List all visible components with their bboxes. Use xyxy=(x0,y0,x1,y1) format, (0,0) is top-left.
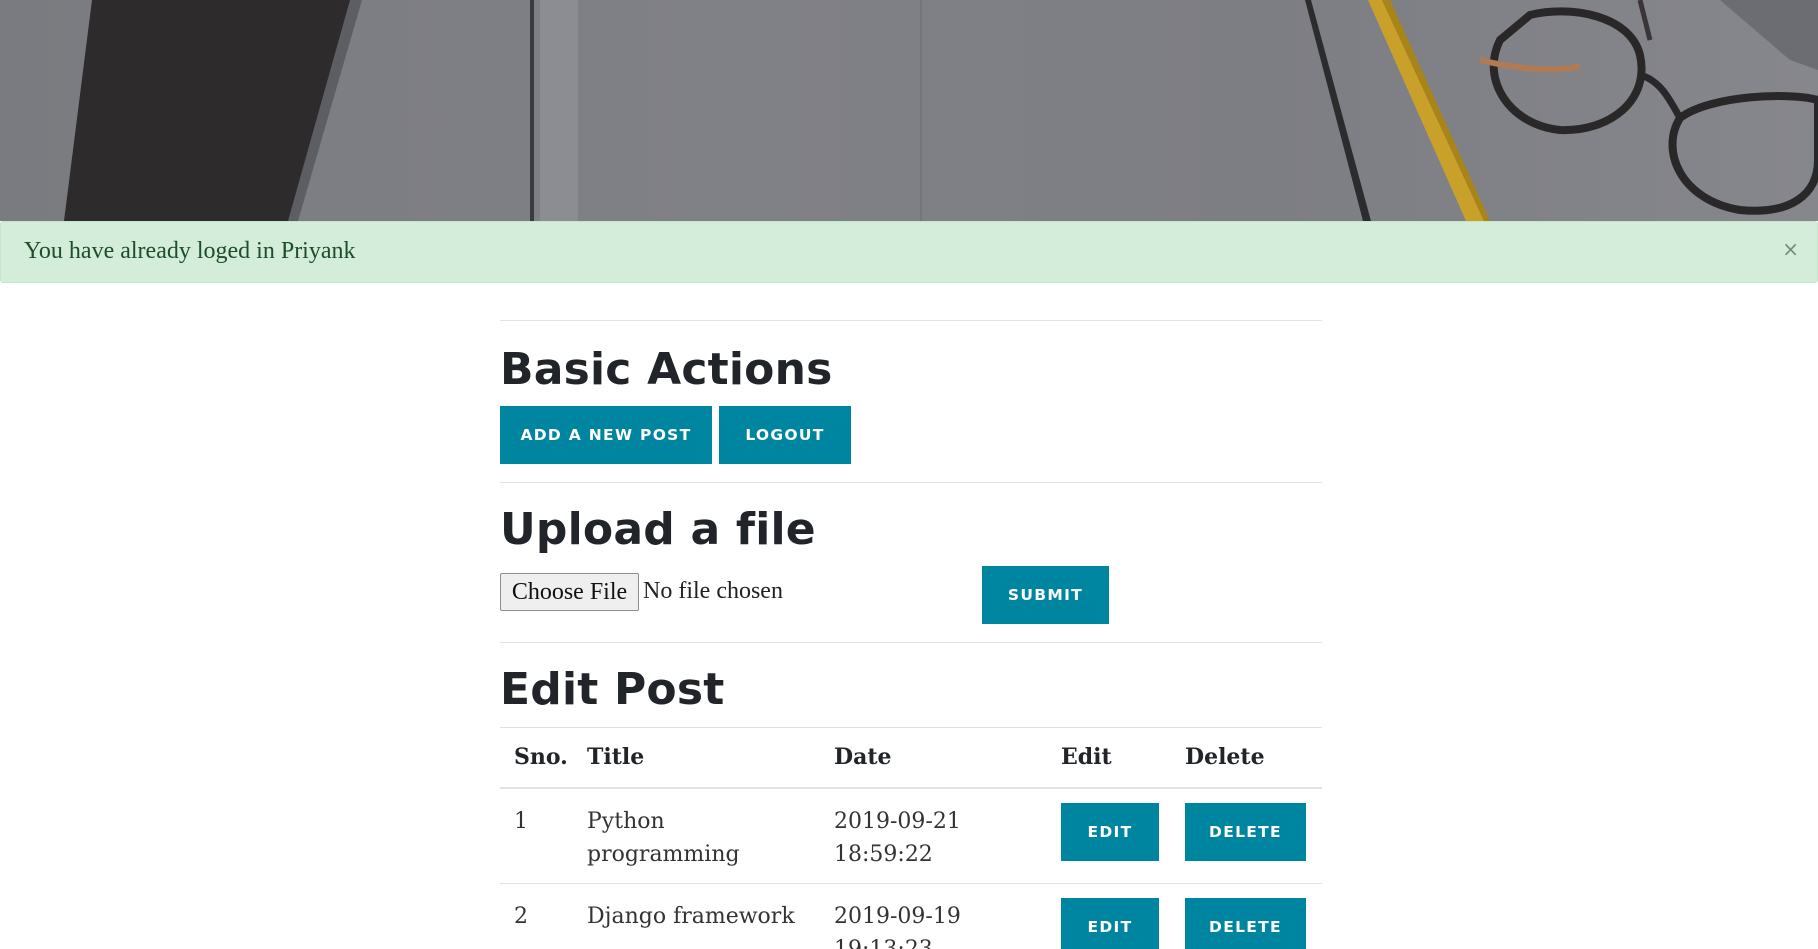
upload-form: Choose File No file chosen SUBMIT xyxy=(500,566,1322,624)
posts-table: Sno. Title Date Edit Delete 1 Python pro… xyxy=(500,727,1322,949)
add-new-post-button[interactable]: ADD A NEW POST xyxy=(500,406,712,464)
logout-button[interactable]: LOGOUT xyxy=(719,406,851,464)
close-icon[interactable]: × xyxy=(1782,239,1799,259)
divider xyxy=(500,320,1322,321)
cell-title: Python programming xyxy=(573,787,820,884)
cell-date: 2019-09-21 18:59:22 xyxy=(820,787,1047,884)
cell-date: 2019-09-19 19:13:23 xyxy=(820,883,1047,949)
cell-delete: DELETE xyxy=(1171,787,1322,884)
hero-header-image xyxy=(0,0,1818,221)
upload-file-title: Upload a file xyxy=(500,504,816,555)
column-header-title: Title xyxy=(573,727,820,789)
choose-file-button[interactable]: Choose File xyxy=(500,573,639,611)
table-row: 1 Python programming 2019-09-21 18:59:22… xyxy=(500,787,1322,884)
cell-title: Django framework xyxy=(573,883,820,949)
edit-button[interactable]: EDIT xyxy=(1061,802,1159,861)
cell-delete: DELETE xyxy=(1171,883,1322,949)
column-header-sno: Sno. xyxy=(500,727,573,789)
column-header-date: Date xyxy=(820,727,1047,789)
cell-edit: EDIT xyxy=(1047,787,1171,884)
submit-button[interactable]: SUBMIT xyxy=(982,566,1109,624)
login-alert: You have already loged in Priyank × xyxy=(0,221,1818,283)
divider xyxy=(500,642,1322,643)
edit-button[interactable]: EDIT xyxy=(1061,897,1159,949)
file-status-text: No file chosen xyxy=(643,578,783,604)
cell-sno: 2 xyxy=(500,883,573,949)
divider xyxy=(500,482,1322,483)
desk-photo xyxy=(64,0,1818,221)
column-header-edit: Edit xyxy=(1047,727,1171,789)
column-header-delete: Delete xyxy=(1171,727,1322,789)
delete-button[interactable]: DELETE xyxy=(1185,802,1306,861)
table-header-row: Sno. Title Date Edit Delete xyxy=(500,727,1322,789)
basic-actions-row: ADD A NEW POST LOGOUT xyxy=(500,406,1322,464)
basic-actions-title: Basic Actions xyxy=(500,344,833,395)
cell-edit: EDIT xyxy=(1047,883,1171,949)
delete-button[interactable]: DELETE xyxy=(1185,897,1306,949)
cell-sno: 1 xyxy=(500,787,573,884)
alert-message: You have already loged in Priyank xyxy=(24,238,356,264)
table-row: 2 Django framework 2019-09-19 19:13:23 E… xyxy=(500,883,1322,949)
edit-post-title: Edit Post xyxy=(500,664,725,715)
main-content: Basic Actions ADD A NEW POST LOGOUT Uploa… xyxy=(500,320,1322,949)
